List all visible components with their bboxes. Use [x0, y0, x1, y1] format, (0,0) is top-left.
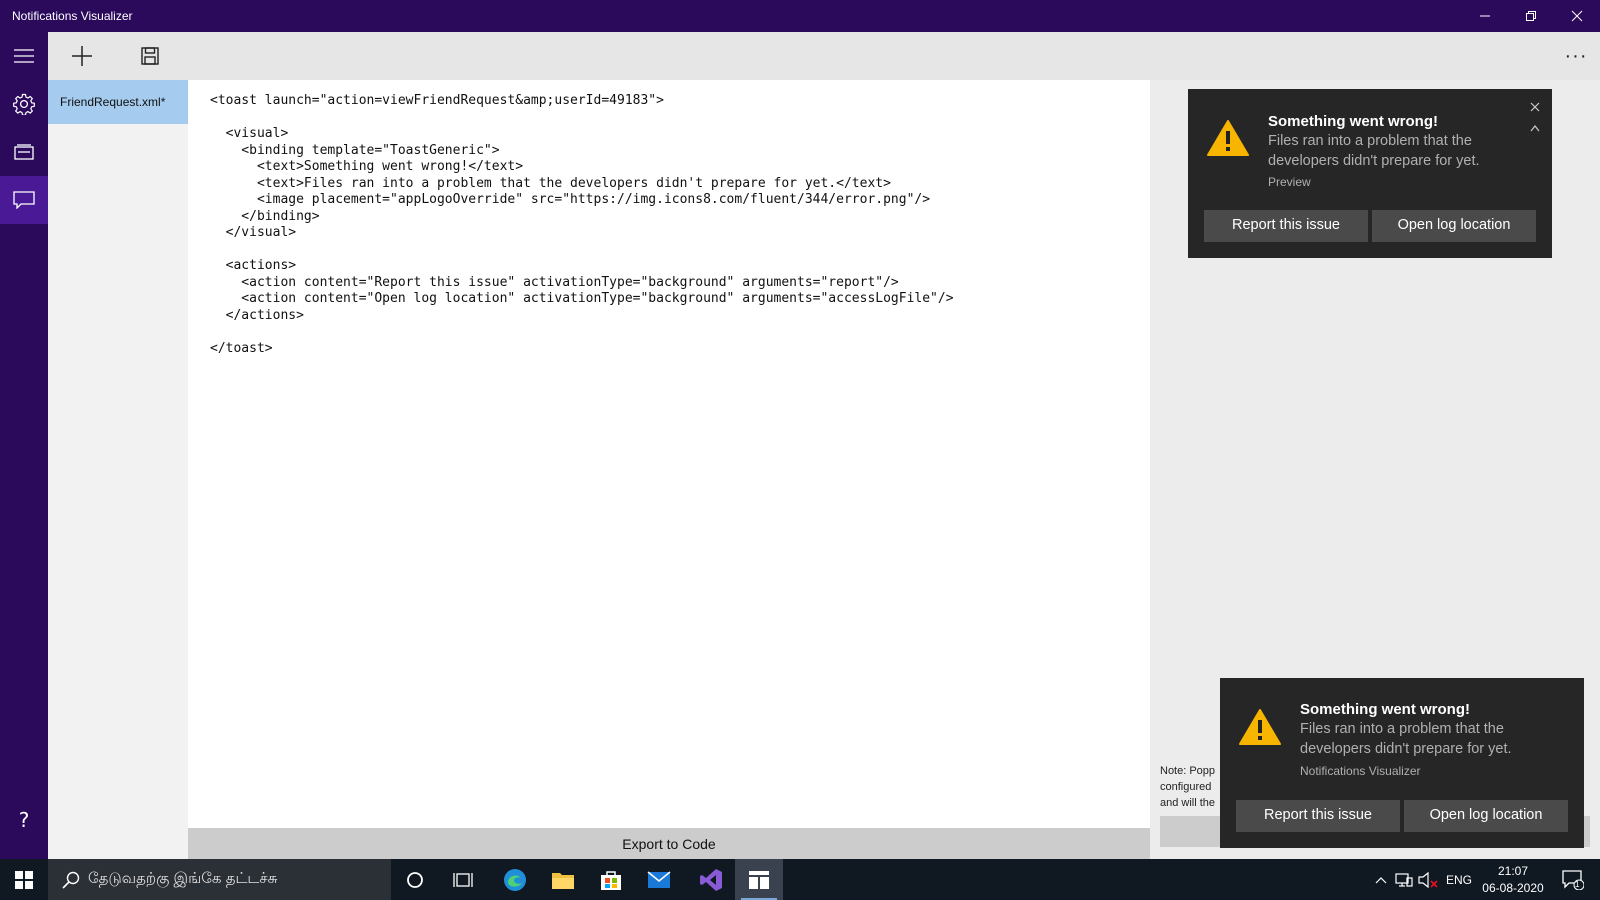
taskbar-search[interactable]: தேடுவதற்கு இங்கே தட்டச்சு — [48, 859, 391, 900]
file-item-friendrequest[interactable]: FriendRequest.xml* — [48, 80, 188, 124]
search-placeholder: தேடுவதற்கு இங்கே தட்டச்சு — [88, 870, 278, 887]
close-icon — [1530, 102, 1540, 112]
export-to-code-button[interactable]: Export to Code — [188, 828, 1150, 859]
toast-attribution: Preview — [1268, 175, 1311, 189]
toast-close-button[interactable] — [1528, 100, 1542, 114]
xml-code[interactable]: <toast launch="action=viewFriendRequest&… — [210, 93, 954, 357]
network-button[interactable] — [1393, 859, 1415, 900]
app-icon — [749, 870, 769, 889]
mail-button[interactable] — [635, 859, 683, 900]
search-icon — [62, 871, 80, 889]
minimize-icon — [1480, 15, 1490, 17]
notification-count: 1 — [1575, 880, 1580, 889]
notifications-icon — [13, 191, 35, 209]
clock-time: 21:07 — [1497, 864, 1529, 878]
edge-button[interactable] — [491, 859, 539, 900]
volume-muted-icon — [1418, 871, 1438, 888]
taskbar: தேடுவதற்கு இங்கே தட்டச்சு ENG 21:07 06-0… — [0, 859, 1600, 900]
preview-toast: Something went wrong! Files ran into a p… — [1188, 89, 1552, 258]
folder-icon — [552, 872, 574, 889]
nav-notifications-button[interactable] — [0, 176, 48, 224]
window-title: Notifications Visualizer — [12, 9, 133, 23]
visual-studio-icon — [700, 868, 722, 891]
close-window-button[interactable] — [1554, 0, 1600, 32]
popup-toast: Something went wrong! Files ran into a p… — [1220, 678, 1584, 848]
file-list: FriendRequest.xml* — [48, 80, 188, 859]
task-view-button[interactable] — [439, 859, 487, 900]
restore-button[interactable] — [1508, 0, 1554, 32]
mail-icon — [647, 870, 671, 888]
nav-tiles-button[interactable] — [0, 128, 48, 176]
chevron-up-icon — [1530, 125, 1540, 132]
more-icon: ··· — [1564, 44, 1588, 67]
cortana-icon — [407, 871, 423, 888]
input-language[interactable]: ENG — [1444, 859, 1474, 900]
save-button[interactable] — [126, 32, 174, 80]
store-button[interactable] — [587, 859, 635, 900]
nav-help-button[interactable]: ? — [0, 796, 48, 844]
visual-studio-button[interactable] — [687, 859, 735, 900]
title-bar: Notifications Visualizer — [0, 0, 1600, 32]
settings-icon — [13, 93, 35, 115]
start-button[interactable] — [0, 859, 48, 900]
taskbar-clock[interactable]: 21:07 06-08-2020 — [1473, 863, 1553, 897]
nav-menu-button[interactable] — [0, 32, 48, 80]
toast-attribution: Notifications Visualizer — [1300, 764, 1421, 778]
restore-icon — [1526, 11, 1536, 21]
warning-icon — [1239, 709, 1281, 745]
save-icon — [141, 47, 159, 65]
task-view-icon — [453, 872, 473, 887]
tiles-icon — [14, 144, 34, 160]
notifications-visualizer-taskbar-button[interactable] — [735, 859, 783, 900]
xml-editor[interactable]: <toast launch="action=viewFriendRequest&… — [188, 80, 1150, 828]
chevron-up-icon — [1375, 876, 1387, 883]
open-log-button[interactable]: Open log location — [1372, 210, 1536, 242]
minimize-button[interactable] — [1462, 0, 1508, 32]
network-icon — [1395, 872, 1413, 887]
toast-title: Something went wrong! — [1300, 701, 1470, 718]
toast-body: Files ran into a problem that the develo… — [1300, 721, 1512, 757]
cortana-button[interactable] — [391, 859, 439, 900]
report-issue-button[interactable]: Report this issue — [1204, 210, 1368, 242]
volume-button[interactable] — [1417, 859, 1439, 900]
report-issue-button[interactable]: Report this issue — [1236, 800, 1400, 832]
hamburger-icon — [14, 49, 34, 63]
toast-title: Something went wrong! — [1268, 113, 1438, 130]
close-icon — [1571, 10, 1583, 22]
show-hidden-icons-button[interactable] — [1372, 859, 1390, 900]
add-icon — [72, 46, 92, 66]
toolbar: ··· — [48, 32, 1600, 80]
action-center-button[interactable]: 1 — [1555, 859, 1591, 900]
warning-icon — [1207, 120, 1249, 156]
toast-body: Files ran into a problem that the develo… — [1268, 133, 1480, 169]
action-center-icon — [1562, 869, 1584, 890]
store-icon — [601, 870, 621, 890]
left-nav: ? — [0, 32, 48, 859]
open-log-button[interactable]: Open log location — [1404, 800, 1568, 832]
more-button[interactable]: ··· — [1558, 32, 1594, 80]
windows-icon — [15, 870, 33, 889]
nav-settings-button[interactable] — [0, 80, 48, 128]
file-explorer-button[interactable] — [539, 859, 587, 900]
add-button[interactable] — [58, 32, 106, 80]
toast-collapse-button[interactable] — [1528, 121, 1542, 135]
help-icon: ? — [18, 808, 30, 832]
edge-icon — [504, 868, 526, 891]
clock-date: 06-08-2020 — [1482, 881, 1544, 895]
